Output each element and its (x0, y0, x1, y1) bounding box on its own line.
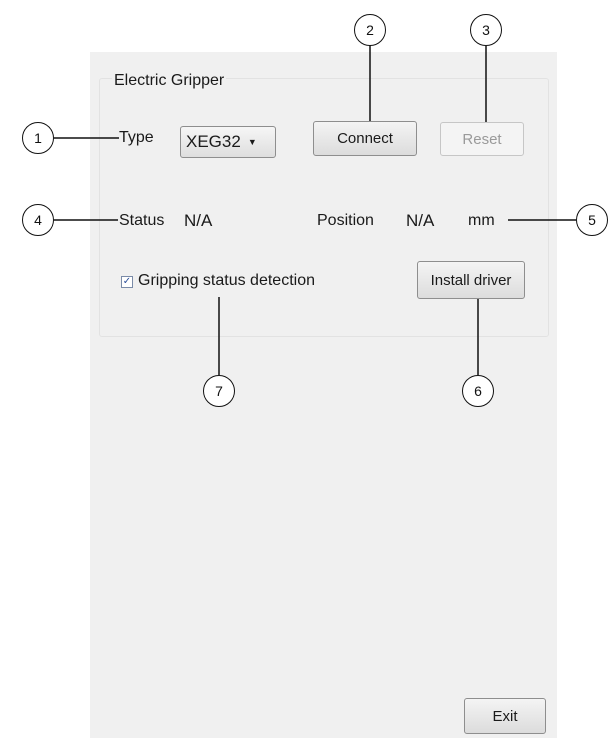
callout-1: 1 (22, 122, 54, 154)
callout-leader-lines (54, 45, 576, 375)
callout-6: 6 (462, 375, 494, 407)
callout-5: 5 (576, 204, 608, 236)
callout-4: 4 (22, 204, 54, 236)
callout-2: 2 (354, 14, 386, 46)
callout-3: 3 (470, 14, 502, 46)
callout-7: 7 (203, 375, 235, 407)
